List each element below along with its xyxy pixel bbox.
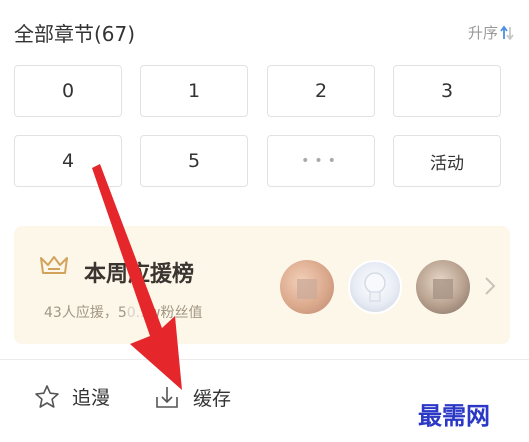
crown-icon [38, 253, 70, 283]
support-ranking-title: 本周应援榜 [84, 262, 195, 287]
cache-button[interactable]: 缓存 [153, 383, 231, 411]
chapter-chip[interactable]: 4 [14, 135, 122, 187]
chapter-chip[interactable]: 2 [267, 65, 375, 117]
follow-label: 追漫 [72, 387, 111, 409]
chapter-chip[interactable]: 5 [140, 135, 248, 187]
avatar [348, 260, 402, 314]
watermark-logo: 最需网 [418, 402, 490, 430]
sort-ascending-icon [500, 25, 514, 41]
chevron-right-icon[interactable] [484, 276, 496, 300]
avatar [416, 260, 470, 314]
page-title: 全部章节(67) [14, 22, 136, 46]
follow-button[interactable]: 追漫 [34, 383, 110, 410]
chapter-chip[interactable]: 3 [393, 65, 501, 117]
chapter-chip[interactable]: 0 [14, 65, 122, 117]
activity-chip[interactable]: 活动 [393, 135, 501, 187]
weekly-support-banner[interactable]: 本周应援榜 43人应援，50.9w粉丝值 [14, 226, 510, 344]
download-icon [153, 383, 181, 411]
more-chapters-button[interactable]: ••• [267, 135, 375, 187]
cache-label: 缓存 [193, 387, 232, 410]
sort-label: 升序 [467, 24, 498, 42]
star-icon [34, 384, 60, 410]
chapter-chip[interactable]: 1 [140, 65, 248, 117]
support-stats: 43人应援，50.9w粉丝值 [44, 305, 203, 321]
chapter-header: 全部章节(67) 升序 [14, 16, 514, 48]
divider [0, 359, 529, 360]
sort-toggle[interactable]: 升序 [468, 22, 514, 43]
avatar [280, 260, 334, 314]
